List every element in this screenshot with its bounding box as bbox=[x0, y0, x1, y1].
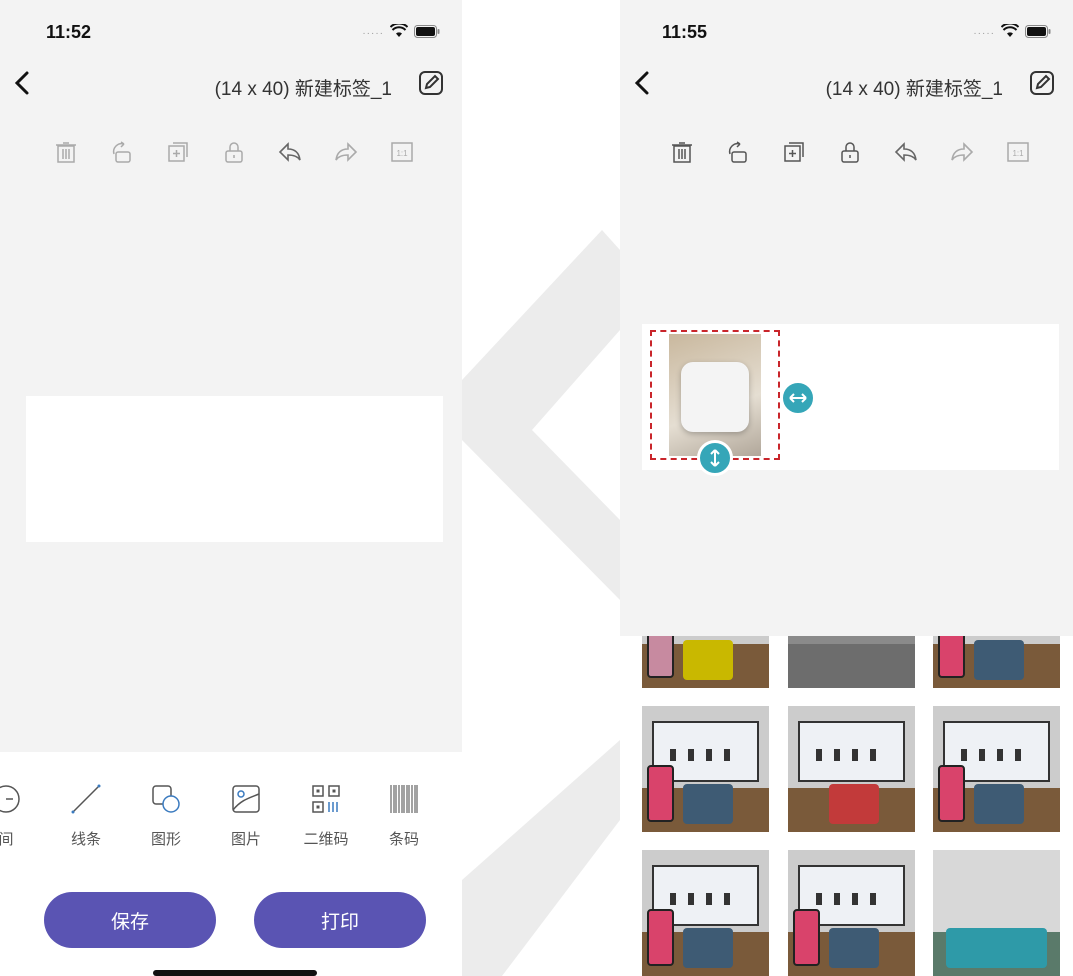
wifi-icon bbox=[389, 22, 409, 43]
time-icon bbox=[0, 782, 36, 816]
edit-icon bbox=[419, 71, 443, 95]
delete-icon[interactable] bbox=[54, 140, 78, 164]
edit-toolbar: 1:1 bbox=[670, 140, 1030, 164]
edit-title-button[interactable] bbox=[418, 70, 446, 98]
element-panel: 间 线条 图形 图片 二维码 条码 保存 打印 bbox=[0, 752, 462, 976]
edit-icon bbox=[1030, 71, 1054, 95]
line-icon bbox=[56, 782, 116, 816]
signal-icon: ····· bbox=[362, 28, 384, 39]
widget-image[interactable]: 图片 bbox=[216, 782, 276, 849]
photo-gallery bbox=[620, 636, 1073, 976]
phone-screen-left: 11:52 ····· (14 x 40) 新建标签_1 1:1 间 线条 图形… bbox=[0, 0, 462, 976]
gallery-photo[interactable] bbox=[788, 636, 915, 688]
gallery-photo[interactable] bbox=[642, 850, 769, 976]
nav-bar: (14 x 40) 新建标签_1 bbox=[620, 66, 1073, 106]
rotate-icon[interactable] bbox=[110, 140, 134, 164]
wifi-icon bbox=[1000, 22, 1020, 43]
delete-icon[interactable] bbox=[670, 140, 694, 164]
resize-width-handle[interactable] bbox=[780, 380, 816, 416]
gallery-photo[interactable] bbox=[642, 636, 769, 688]
print-button[interactable]: 打印 bbox=[254, 892, 426, 948]
battery-icon bbox=[1025, 24, 1051, 43]
home-indicator bbox=[153, 970, 317, 976]
undo-icon[interactable] bbox=[278, 140, 302, 164]
redo-icon[interactable] bbox=[950, 140, 974, 164]
actual-size-icon[interactable]: 1:1 bbox=[1006, 140, 1030, 164]
duplicate-icon[interactable] bbox=[166, 140, 190, 164]
status-time: 11:55 bbox=[662, 22, 708, 42]
widget-barcode[interactable]: 条码 bbox=[374, 782, 434, 849]
edit-title-button[interactable] bbox=[1029, 70, 1057, 98]
label-title[interactable]: (14 x 40) 新建标签_1 bbox=[215, 74, 392, 101]
edit-toolbar: 1:1 bbox=[54, 140, 414, 164]
widget-line[interactable]: 线条 bbox=[56, 782, 116, 849]
widget-qrcode[interactable]: 二维码 bbox=[296, 782, 356, 849]
gallery-photo[interactable] bbox=[642, 706, 769, 832]
nav-bar: (14 x 40) 新建标签_1 bbox=[0, 66, 462, 106]
battery-icon bbox=[414, 24, 440, 43]
duplicate-icon[interactable] bbox=[782, 140, 806, 164]
vertical-arrows-icon bbox=[710, 449, 720, 467]
widget-shape[interactable]: 图形 bbox=[136, 782, 196, 849]
label-canvas[interactable] bbox=[26, 396, 443, 542]
label-title[interactable]: (14 x 40) 新建标签_1 bbox=[826, 74, 1003, 101]
gallery-photo[interactable] bbox=[788, 850, 915, 976]
actual-size-icon[interactable]: 1:1 bbox=[390, 140, 414, 164]
phone-screen-right: 11:55 ····· (14 x 40) 新建标签_1 1:1 bbox=[620, 0, 1073, 976]
save-button[interactable]: 保存 bbox=[44, 892, 216, 948]
label-canvas[interactable] bbox=[642, 324, 1059, 476]
resize-height-handle[interactable] bbox=[697, 440, 733, 476]
gallery-photo[interactable] bbox=[933, 706, 1060, 832]
rotate-icon[interactable] bbox=[726, 140, 750, 164]
watermark bbox=[462, 0, 620, 976]
barcode-icon bbox=[374, 782, 434, 816]
redo-icon[interactable] bbox=[334, 140, 358, 164]
horizontal-arrows-icon bbox=[789, 393, 807, 403]
back-button[interactable] bbox=[14, 70, 30, 102]
widget-time[interactable]: 间 bbox=[0, 782, 36, 849]
gallery-photo[interactable] bbox=[788, 706, 915, 832]
back-button[interactable] bbox=[634, 70, 650, 102]
label-photo bbox=[669, 334, 761, 456]
image-icon bbox=[216, 782, 276, 816]
status-bar: 11:55 ····· bbox=[620, 0, 1073, 60]
lock-icon[interactable] bbox=[222, 140, 246, 164]
lock-icon[interactable] bbox=[838, 140, 862, 164]
svg-text:1:1: 1:1 bbox=[396, 149, 408, 158]
svg-text:1:1: 1:1 bbox=[1012, 149, 1024, 158]
gallery-photo[interactable] bbox=[933, 850, 1060, 976]
qrcode-icon bbox=[296, 782, 356, 816]
gallery-photo[interactable] bbox=[933, 636, 1060, 688]
status-time: 11:52 bbox=[46, 22, 92, 42]
signal-icon: ····· bbox=[973, 28, 995, 39]
status-bar: 11:52 ····· bbox=[0, 0, 462, 60]
undo-icon[interactable] bbox=[894, 140, 918, 164]
shape-icon bbox=[136, 782, 196, 816]
